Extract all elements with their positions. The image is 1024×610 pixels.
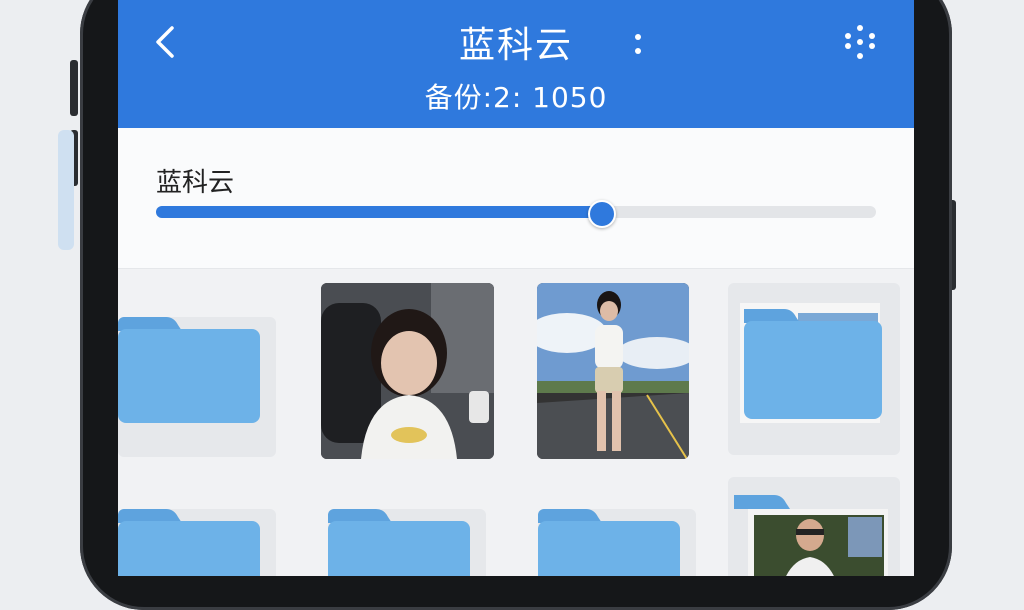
selfie-photo [321,283,494,459]
folder-tile[interactable] [118,509,276,576]
folder-icon [538,509,680,576]
top-bar: 蓝科云 备份:2: 1050 [118,0,914,128]
slider-fill [156,206,603,218]
progress-slider[interactable] [156,200,876,228]
folder-tile[interactable] [728,283,900,455]
app-screen: 蓝科云 备份:2: 1050 蓝科云 [118,0,914,576]
section-label: 蓝科云 [156,168,235,198]
photo-thumbnail[interactable] [321,283,494,459]
folder-tile[interactable] [728,477,900,576]
file-grid [118,269,914,576]
folder-icon [118,317,260,423]
side-highlight [58,130,74,250]
slider-thumb[interactable] [588,200,617,228]
folder-tile[interactable] [328,509,486,576]
folder-icon [740,303,882,423]
control-panel: 蓝科云 [118,128,914,269]
folder-tile[interactable] [118,317,276,457]
dots-grid-icon[interactable] [840,22,880,62]
page-title: 蓝科云 [458,25,573,66]
folder-icon [118,509,260,576]
vertical-dots-icon[interactable] [632,30,644,58]
photo-thumbnail[interactable] [537,283,689,459]
volume-button [70,60,78,116]
folder-with-photo-icon [734,495,888,576]
backup-status: 备份:2: 1050 [424,81,608,114]
folder-tile[interactable] [538,509,696,576]
standing-portrait-photo [537,283,689,459]
folder-icon [328,509,470,576]
